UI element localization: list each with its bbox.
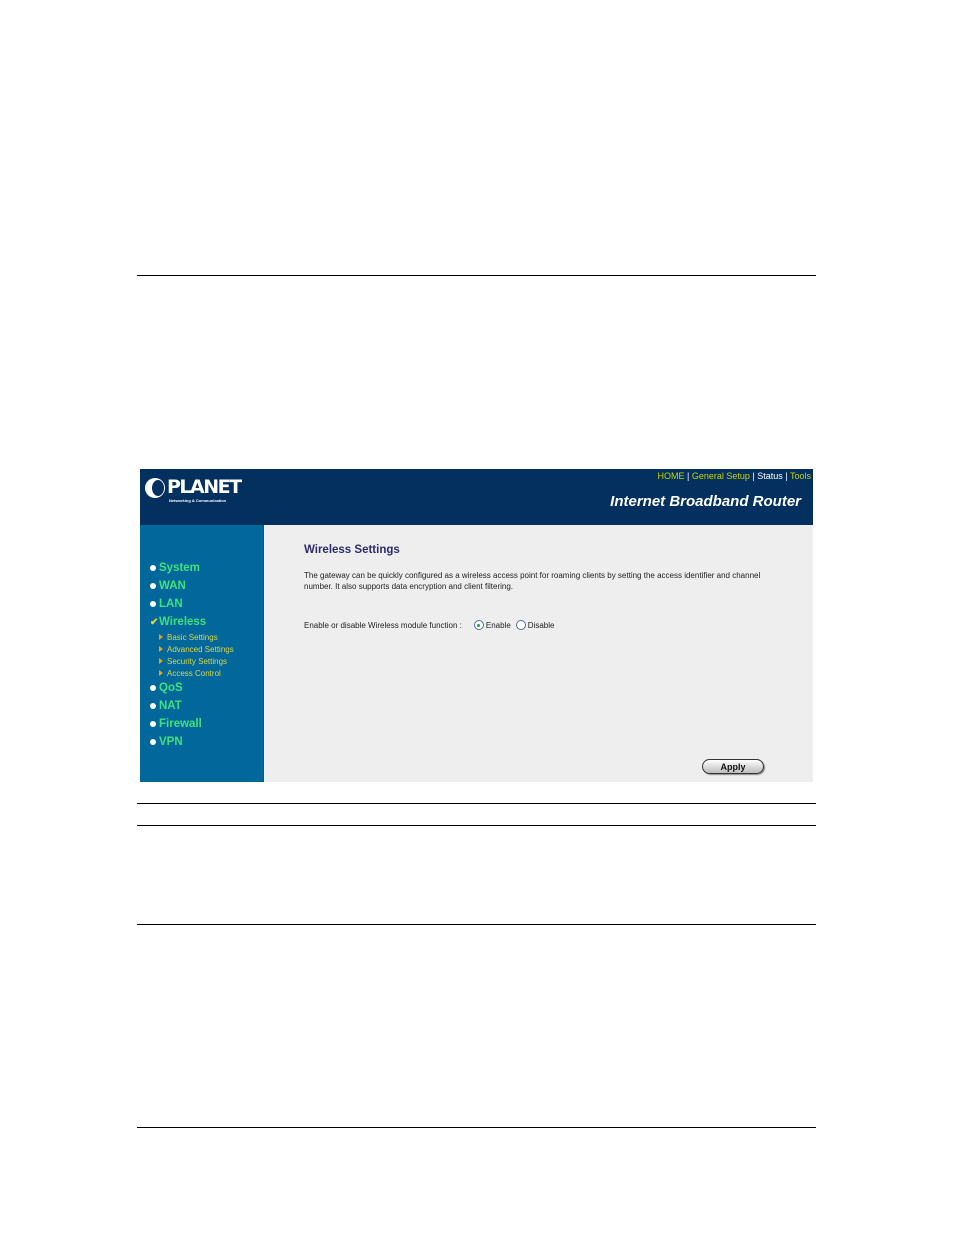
subnav-label: Advanced Settings [167,644,234,654]
enable-radio[interactable] [473,620,484,630]
subnav-label: Security Settings [167,656,228,666]
bullet-icon [150,583,156,589]
sidebar-item-system[interactable]: System [150,559,234,577]
page-title: Wireless Settings [304,544,400,556]
sidebar-item-vpn[interactable]: VPN [150,733,234,751]
sidebar-item-label: LAN [159,598,183,610]
page-divider [137,825,816,826]
router-screenshot: PLANET Networking & Communication HOME |… [140,469,813,782]
disable-radio[interactable] [515,620,526,630]
bullet-icon [150,721,156,727]
sidebar-item-firewall[interactable]: Firewall [150,715,234,733]
arrow-right-icon [159,634,163,640]
bullet-icon [150,565,156,571]
brand-tagline: Networking & Communication [169,498,227,503]
subnav-advanced-settings[interactable]: Advanced Settings [150,643,234,655]
bullet-icon [150,703,156,709]
sidebar-item-label: Wireless [159,616,207,628]
page-divider [137,924,816,925]
separator: | [785,471,788,481]
top-link-general-setup[interactable]: General Setup [692,471,750,481]
top-link-home[interactable]: HOME [657,471,684,481]
sidebar-item-label: VPN [159,736,183,748]
page-description: The gateway can be quickly configured as… [304,571,761,591]
top-link-tools[interactable]: Tools [790,471,811,481]
checkmark-icon: ✔ [150,616,159,628]
sidebar-item-wan[interactable]: WAN [150,577,234,595]
subnav-label: Access Control [167,668,221,678]
subnav-label: Basic Settings [167,632,218,642]
sidebar: System WAN LAN ✔ Wireless Basic Settings… [140,525,264,782]
sidebar-item-label: WAN [159,580,186,592]
sidebar-item-label: NAT [159,700,182,712]
page-divider [137,803,816,804]
router-title: Internet Broadband Router [610,493,801,510]
sidebar-item-qos[interactable]: QoS [150,679,234,697]
top-link-status[interactable]: Status [757,471,783,481]
page-divider-top [137,275,816,276]
page-divider-bottom [137,1127,816,1128]
brand-name: PLANET [167,476,242,498]
bullet-icon [150,685,156,691]
disable-radio-label[interactable]: Disable [528,621,555,630]
subnav-security-settings[interactable]: Security Settings [150,655,234,667]
separator: | [752,471,755,481]
wireless-function-row: Enable or disable Wireless module functi… [304,620,559,630]
subnav-basic-settings[interactable]: Basic Settings [150,631,234,643]
top-nav: HOME | General Setup | Status | Tools [657,471,811,482]
bullet-icon [150,739,156,745]
apply-button[interactable]: Apply [702,759,764,774]
arrow-right-icon [159,658,163,664]
wireless-function-label: Enable or disable Wireless module functi… [304,620,462,630]
sidebar-nav: System WAN LAN ✔ Wireless Basic Settings… [150,559,234,751]
separator: | [686,471,690,481]
arrow-right-icon [159,646,163,652]
sidebar-item-label: Firewall [159,718,202,730]
sidebar-item-lan[interactable]: LAN [150,595,234,613]
main-content: Wireless Settings The gateway can be qui… [304,543,774,592]
sidebar-item-nat[interactable]: NAT [150,697,234,715]
planet-globe-icon [145,478,165,498]
arrow-right-icon [159,670,163,676]
sidebar-item-wireless[interactable]: ✔ Wireless [150,613,234,631]
subnav-access-control[interactable]: Access Control [150,667,234,679]
sidebar-item-label: QoS [159,682,183,694]
bullet-icon [150,601,156,607]
router-header: PLANET Networking & Communication HOME |… [140,469,813,525]
planet-logo[interactable]: PLANET Networking & Communication [145,476,242,503]
sidebar-item-label: System [159,562,200,574]
enable-radio-label[interactable]: Enable [486,621,511,630]
